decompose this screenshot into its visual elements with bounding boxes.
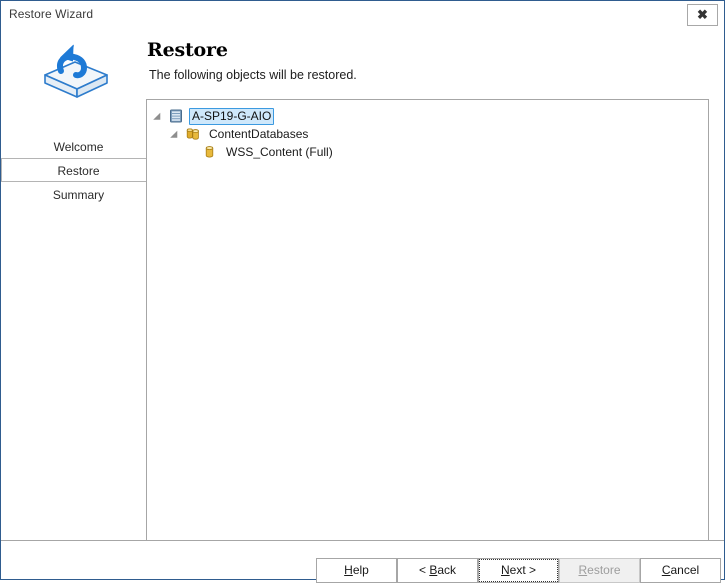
page-title: Restore xyxy=(147,39,228,61)
database-icon xyxy=(202,144,220,160)
chevron-down-icon[interactable] xyxy=(170,126,185,142)
wizard-content: Welcome Restore Summary Restore The foll… xyxy=(1,29,724,583)
expander-placeholder xyxy=(187,144,202,160)
wizard-button-bar: Help < Back Next > Restore Cancel xyxy=(1,541,724,583)
tree-node-label: WSS_Content (Full) xyxy=(226,144,333,159)
help-button-label: Help xyxy=(344,563,369,577)
cancel-button[interactable]: Cancel xyxy=(640,558,721,583)
wizard-sidebar: Welcome Restore Summary xyxy=(1,29,156,579)
tree-node-label: ContentDatabases xyxy=(209,126,309,141)
back-button-label: < Back xyxy=(418,563,457,577)
wizard-steps: Welcome Restore Summary xyxy=(1,134,156,206)
next-button-label: Next > xyxy=(479,559,558,582)
close-icon: ✖ xyxy=(697,7,708,22)
tree-row[interactable]: ContentDatabases xyxy=(147,125,708,143)
restore-arrow-box-icon xyxy=(35,31,117,105)
chevron-down-icon[interactable] xyxy=(153,108,168,124)
page-header: Restore The following objects will be re… xyxy=(147,39,707,83)
tree-row[interactable]: WSS_Content (Full) xyxy=(147,143,708,161)
sidebar-item-label: Welcome xyxy=(53,140,104,154)
databases-icon xyxy=(185,126,203,142)
cancel-button-label: Cancel xyxy=(661,563,700,577)
page-subtitle: The following objects will be restored. xyxy=(149,68,357,82)
sidebar-item-welcome[interactable]: Welcome xyxy=(1,134,156,158)
sidebar-item-label: Summary xyxy=(52,188,105,202)
restore-wizard-window: Restore Wizard ✖ Welcome Restore Summary… xyxy=(0,0,725,583)
restore-button: Restore xyxy=(559,558,640,583)
sidebar-item-summary[interactable]: Summary xyxy=(1,182,156,206)
title-bar: Restore Wizard ✖ xyxy=(1,1,724,29)
objects-tree-panel[interactable]: A-SP19-G-AIO ContentDatabases WSS_Conten… xyxy=(146,99,709,569)
next-button[interactable]: Next > xyxy=(478,558,559,583)
tree-node-label: A-SP19-G-AIO xyxy=(189,107,275,125)
restore-button-label: Restore xyxy=(578,563,621,577)
sidebar-item-restore[interactable]: Restore xyxy=(1,158,156,182)
help-button[interactable]: Help xyxy=(316,558,397,583)
window-title: Restore Wizard xyxy=(9,7,94,21)
tree-row[interactable]: A-SP19-G-AIO xyxy=(147,107,708,125)
sidebar-item-label: Restore xyxy=(57,164,100,178)
server-icon xyxy=(168,108,186,124)
back-button[interactable]: < Back xyxy=(397,558,478,583)
close-button[interactable]: ✖ xyxy=(687,4,718,26)
